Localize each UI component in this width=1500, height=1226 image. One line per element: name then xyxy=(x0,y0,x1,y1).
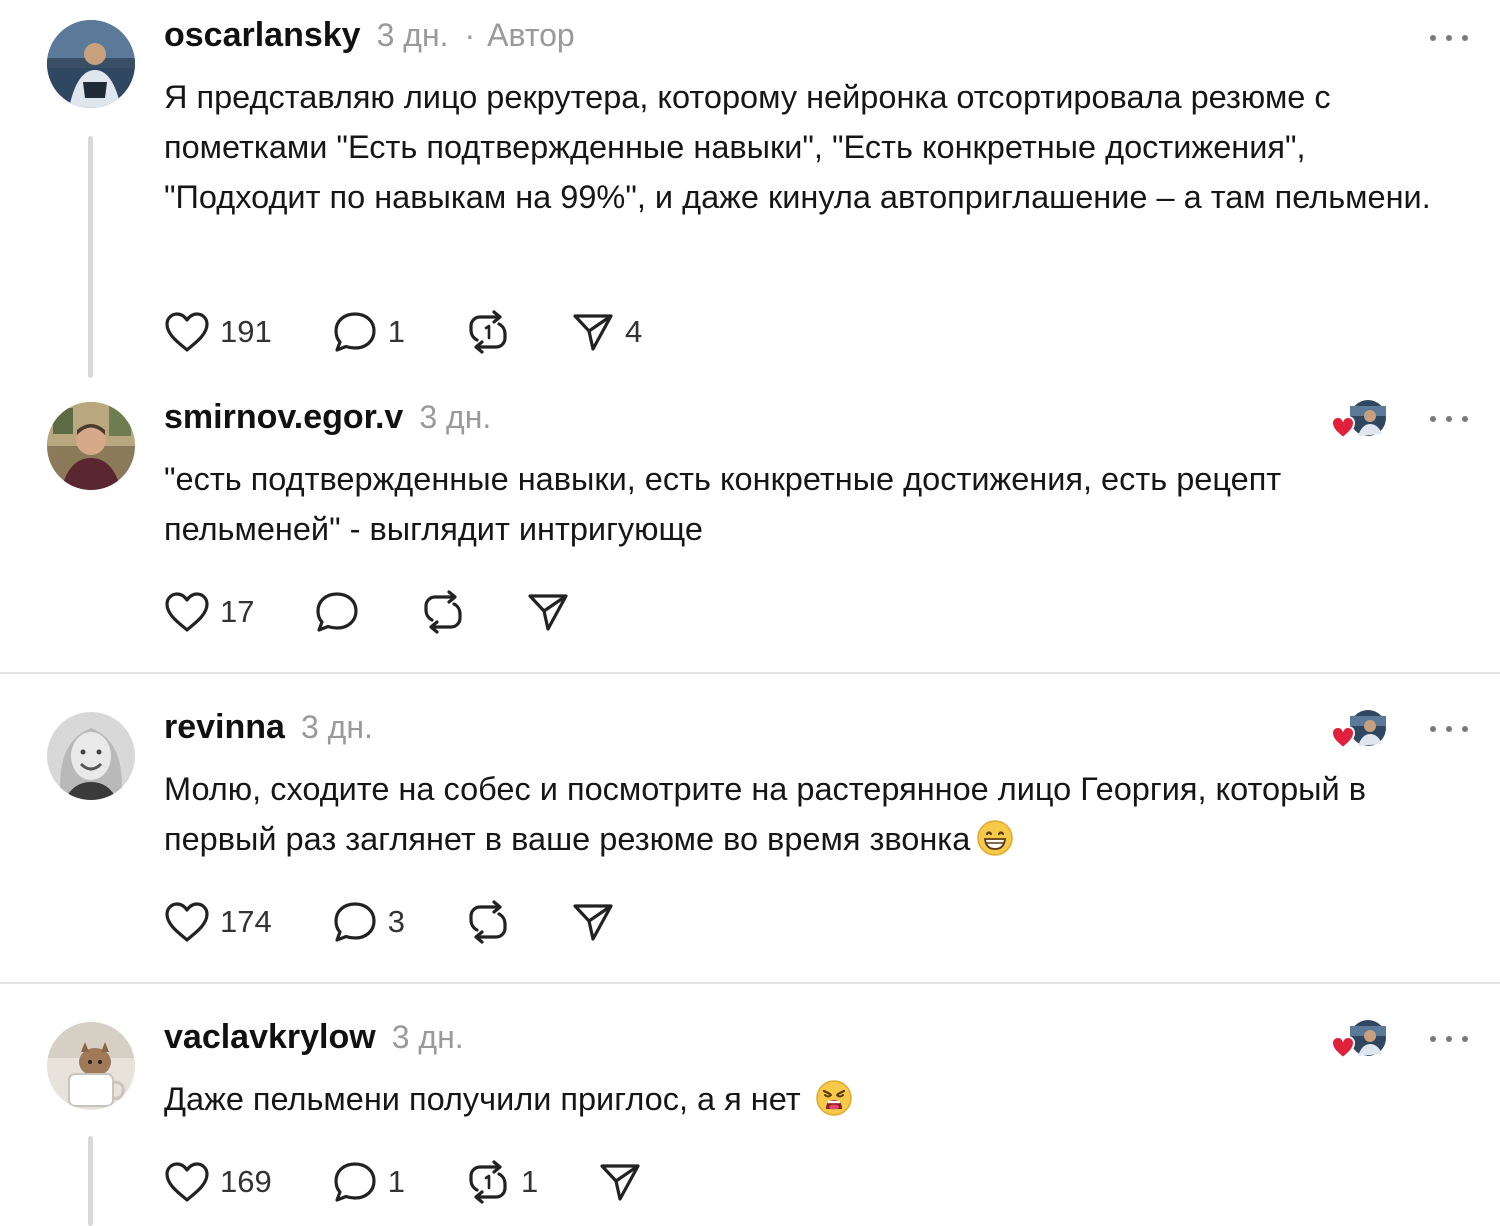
share-count: 4 xyxy=(624,314,643,349)
like-button[interactable]: 169 xyxy=(164,1161,272,1203)
post-text: Молю, сходите на собес и посмотрите на р… xyxy=(164,764,1474,864)
post-actions: 169 1 1 xyxy=(164,1160,702,1204)
comment-icon xyxy=(334,902,376,942)
comment-icon xyxy=(316,592,359,632)
share-button[interactable] xyxy=(598,1161,642,1203)
comment-icon xyxy=(334,312,376,352)
like-button[interactable]: 174 xyxy=(164,901,272,943)
repost-button[interactable]: 1 xyxy=(465,1160,538,1204)
post-header: revinna 3 дн. xyxy=(164,708,373,752)
username[interactable]: oscarlansky xyxy=(164,16,361,55)
post-time[interactable]: 3 дн. xyxy=(419,399,491,436)
reply-button[interactable] xyxy=(314,590,360,634)
post-oscarlansky: oscarlansky 3 дн. · Автор Я представляю … xyxy=(0,16,1500,378)
avatar[interactable] xyxy=(47,712,135,800)
weary-face-emoji-icon xyxy=(815,1080,852,1116)
heart-icon xyxy=(165,312,209,352)
liked-by-author-icon xyxy=(1330,398,1390,442)
share-button[interactable]: 4 xyxy=(571,311,642,353)
share-button[interactable] xyxy=(526,591,570,633)
post-time[interactable]: 3 дн. xyxy=(392,1019,464,1056)
avatar[interactable] xyxy=(47,402,135,490)
post-actions: 191 1 4 xyxy=(164,310,702,354)
username[interactable]: smirnov.egor.v xyxy=(164,398,403,437)
thread-line xyxy=(88,1136,93,1226)
reply-button[interactable]: 1 xyxy=(332,310,405,354)
thread-line xyxy=(88,136,93,378)
more-icon[interactable] xyxy=(1430,32,1468,44)
repost-icon xyxy=(469,1160,507,1204)
repost-button[interactable] xyxy=(465,310,511,354)
more-icon[interactable] xyxy=(1430,723,1468,735)
username[interactable]: vaclavkrylow xyxy=(164,1018,376,1057)
liked-by-author-icon xyxy=(1330,708,1390,752)
like-count: 174 xyxy=(220,904,272,939)
post-time[interactable]: 3 дн. xyxy=(301,709,373,746)
like-count: 169 xyxy=(220,1164,272,1199)
author-label: Автор xyxy=(487,17,575,53)
repost-icon xyxy=(469,900,507,944)
post-text: "есть подтвержденные навыки, есть конкре… xyxy=(164,461,1282,547)
post-vaclavkrylow: vaclavkrylow 3 дн. Даже пельмени получил… xyxy=(0,1018,1500,1226)
separator: · xyxy=(464,17,476,53)
repost-button[interactable] xyxy=(465,900,511,944)
post-text: Я представляю лицо рекрутера, которому н… xyxy=(164,79,1431,215)
more-icon[interactable] xyxy=(1430,1033,1468,1045)
post-text-content: Молю, сходите на собес и посмотрите на р… xyxy=(164,771,1366,857)
reply-button[interactable]: 1 xyxy=(332,1160,405,1204)
repost-icon xyxy=(424,590,463,634)
liked-by-author-icon xyxy=(1330,1018,1390,1062)
heart-icon xyxy=(165,1162,209,1202)
avatar[interactable] xyxy=(47,1022,135,1110)
divider xyxy=(0,982,1500,984)
reply-count: 1 xyxy=(387,1164,405,1199)
share-button[interactable] xyxy=(571,901,615,943)
username[interactable]: revinna xyxy=(164,708,285,747)
heart-icon xyxy=(165,902,209,942)
reply-count: 1 xyxy=(387,314,405,349)
post-smirnov-egor-v: smirnov.egor.v 3 дн. "есть подтвержденны… xyxy=(0,398,1500,668)
reply-count: 3 xyxy=(387,904,405,939)
grinning-face-emoji-icon xyxy=(977,820,1014,856)
share-icon xyxy=(600,1164,640,1201)
post-actions: 17 xyxy=(164,590,630,634)
reply-button[interactable]: 3 xyxy=(332,900,405,944)
post-revinna: revinna 3 дн. Молю, сходите на собес и п… xyxy=(0,708,1500,978)
like-count: 17 xyxy=(220,594,255,629)
post-text: Даже пельмени получили приглос, а я нет xyxy=(164,1074,1469,1124)
share-icon xyxy=(573,904,613,941)
repost-button[interactable] xyxy=(420,590,466,634)
post-time[interactable]: 3 дн. xyxy=(377,17,449,54)
heart-icon xyxy=(165,592,209,632)
repost-icon xyxy=(469,310,507,354)
post-header: smirnov.egor.v 3 дн. xyxy=(164,398,491,442)
post-text-content: Даже пельмени получили приглос, а я нет xyxy=(164,1081,801,1117)
post-actions: 174 3 xyxy=(164,900,675,944)
post-header: vaclavkrylow 3 дн. xyxy=(164,1018,464,1062)
divider xyxy=(0,672,1500,674)
post-header: oscarlansky 3 дн. · Автор xyxy=(164,16,575,60)
avatar[interactable] xyxy=(47,20,135,108)
like-count: 191 xyxy=(220,314,272,349)
more-icon[interactable] xyxy=(1430,413,1468,425)
like-button[interactable]: 191 xyxy=(164,311,272,353)
share-icon xyxy=(573,314,613,351)
like-button[interactable]: 17 xyxy=(164,591,254,633)
comment-icon xyxy=(334,1162,376,1202)
repost-count: 1 xyxy=(520,1164,539,1199)
share-icon xyxy=(528,594,569,631)
